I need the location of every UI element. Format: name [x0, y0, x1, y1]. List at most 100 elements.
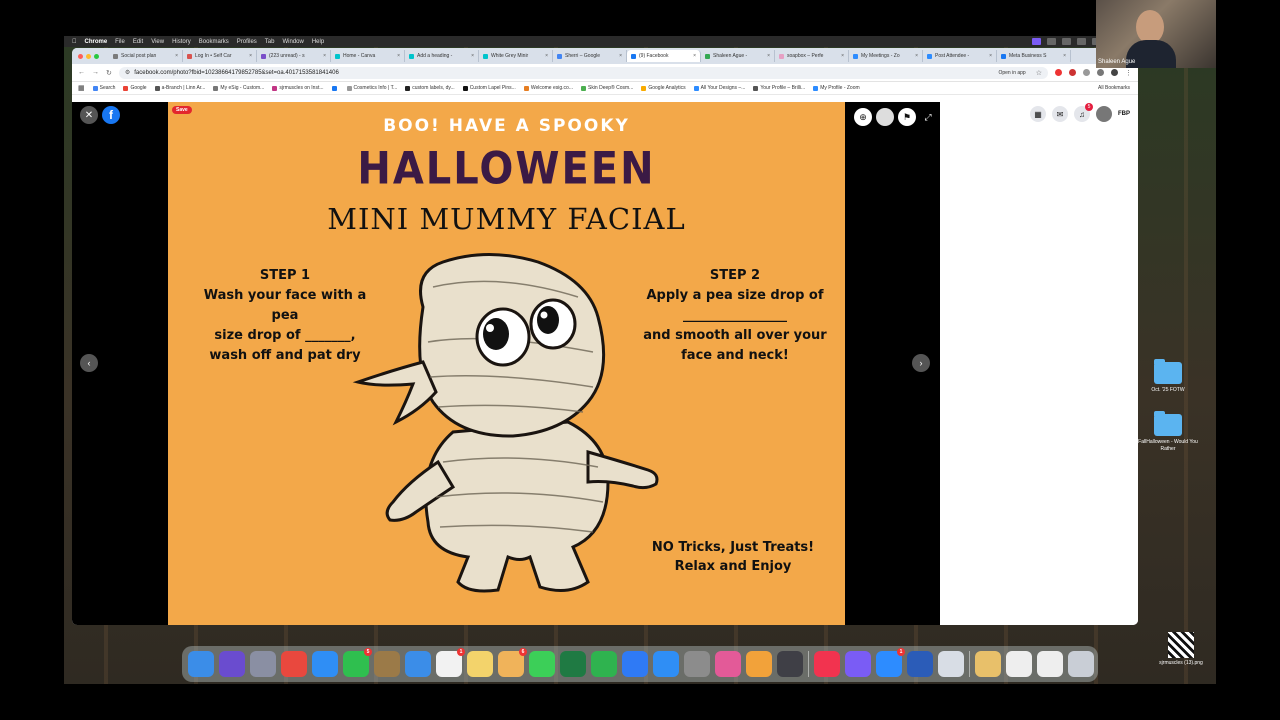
dock-app-notes-icon[interactable] [374, 651, 400, 677]
tab-close-icon[interactable]: × [1063, 53, 1066, 59]
dock-app-facetime-icon[interactable]: 5 [343, 648, 372, 677]
messenger-icon[interactable]: ✉ [1052, 106, 1068, 122]
browser-tab[interactable]: (223 unread) - s × [257, 50, 331, 62]
dock-app-numbers-icon[interactable] [591, 651, 617, 677]
menu-edit[interactable]: Edit [133, 39, 143, 45]
menu-tab[interactable]: Tab [265, 39, 275, 45]
tag-icon[interactable]: ⚑ [898, 108, 916, 126]
menu-help[interactable]: Help [312, 39, 324, 45]
zoom-out-icon[interactable] [876, 108, 894, 126]
extension-icon-3[interactable] [1083, 69, 1090, 76]
apps-grid-icon[interactable]: ▦ [78, 84, 85, 92]
browser-tab[interactable]: Shaleen Ague - × [701, 50, 775, 62]
extensions-puzzle-icon[interactable] [1097, 69, 1104, 76]
bookmark-item[interactable]: Cosmetics Info | T... [346, 85, 397, 91]
tab-close-icon[interactable]: × [249, 53, 252, 59]
dock-app-mail-icon[interactable] [405, 651, 431, 677]
dock-app-messenger-icon[interactable] [845, 651, 871, 677]
dock-app-excel-icon[interactable] [560, 651, 586, 677]
dock-app-reminders-icon[interactable]: 1 [436, 648, 465, 677]
tab-close-icon[interactable]: × [397, 53, 400, 59]
tab-close-icon[interactable]: × [841, 53, 844, 59]
browser-tab[interactable]: Post Attendee - × [923, 50, 997, 62]
trash-icon[interactable] [1068, 651, 1094, 677]
chrome-menu-icon[interactable]: ⋮ [1125, 69, 1132, 77]
menu-view[interactable]: View [151, 39, 164, 45]
menu-file[interactable]: File [115, 39, 125, 45]
bookmark-item[interactable]: My Profile - Zoom [813, 85, 860, 91]
dock-app-keynote-icon[interactable] [622, 651, 648, 677]
notifications-bell-icon[interactable]: ♫ 5 [1074, 103, 1093, 122]
fullscreen-icon[interactable]: ⤢ [919, 108, 937, 126]
dock-app-siri-icon[interactable] [219, 651, 245, 677]
bookmark-item[interactable]: a-Branch | Linn Ar... [154, 85, 205, 91]
dock-app-photos-icon[interactable]: 6 [498, 648, 527, 677]
browser-tab[interactable]: Social post plan × [109, 50, 183, 62]
bookmark-item[interactable]: My eSig - Custom... [213, 85, 264, 91]
close-window-button[interactable] [78, 53, 83, 59]
all-bookmarks-button[interactable]: All Bookmarks [1098, 85, 1138, 91]
url-field[interactable]: ⚙ facebook.com/photo?fbid=10238664179852… [118, 66, 1048, 79]
bookmark-item[interactable]: Google Analytics [641, 85, 686, 91]
desktop-folder-fallhalloween[interactable]: FallHalloween - Would You Rather [1138, 411, 1198, 453]
browser-tab[interactable]: Log In • Self Car × [183, 50, 257, 62]
dock-app-iphone-mirroring-icon[interactable] [777, 651, 803, 677]
facebook-logo-icon[interactable]: f [102, 106, 120, 124]
gmail-status-icon[interactable] [1047, 38, 1056, 45]
dock-app-word-icon[interactable] [907, 651, 933, 677]
site-info-icon[interactable]: ⚙ [125, 69, 130, 76]
zoom-status-icon[interactable] [1032, 38, 1041, 45]
next-photo-icon[interactable]: › [912, 354, 930, 372]
dock-app-messages-icon[interactable] [529, 651, 555, 677]
browser-tab[interactable]: Sherri – Google × [553, 50, 627, 62]
browser-tab[interactable]: Add a heading - × [405, 50, 479, 62]
dock-recent-file-icon[interactable] [1006, 651, 1032, 677]
back-icon[interactable]: ← [78, 69, 85, 76]
browser-tab[interactable]: (9) Facebook × [627, 50, 701, 62]
dock-app-finder-icon[interactable] [188, 651, 214, 677]
browser-tab[interactable]: Meta Business S × [997, 50, 1071, 62]
tab-close-icon[interactable]: × [471, 53, 474, 59]
bookmark-item[interactable]: sjrmuscles on Inst... [272, 85, 324, 91]
browser-tab[interactable]: White Grey Minir × [479, 50, 553, 62]
dock-app-chrome-icon[interactable] [281, 651, 307, 677]
dock-recent-file-icon[interactable] [1037, 651, 1063, 677]
bookmark-star-icon[interactable]: ☆ [1036, 69, 1048, 77]
bookmark-item[interactable]: Your Profile – Brilli... [753, 85, 805, 91]
close-viewer-icon[interactable]: ✕ [80, 106, 98, 124]
extension-icon-1[interactable] [1055, 69, 1062, 76]
dock-app-stickies-icon[interactable] [467, 651, 493, 677]
tab-close-icon[interactable]: × [989, 53, 992, 59]
bookmark-item[interactable]: custom labels, dy... [405, 85, 455, 91]
dock-app-settings-icon[interactable] [684, 651, 710, 677]
zoom-window-button[interactable] [94, 53, 99, 59]
dock-app-zoom-icon[interactable]: 1 [876, 648, 905, 677]
extension-icon-2[interactable] [1069, 69, 1076, 76]
open-in-app-button[interactable]: Open in app [998, 70, 1031, 76]
apple-icon[interactable]:  [72, 39, 77, 45]
browser-tab[interactable]: My Meetings - Zo × [849, 50, 923, 62]
browser-tab[interactable]: Home - Canva × [331, 50, 405, 62]
tab-close-icon[interactable]: × [545, 53, 548, 59]
tab-close-icon[interactable]: × [915, 53, 918, 59]
tab-close-icon[interactable]: × [619, 53, 622, 59]
reload-icon[interactable]: ↻ [106, 69, 112, 77]
bookmark-item[interactable]: Skin Deep® Cosm... [580, 85, 633, 91]
bookmark-item[interactable]: Search [92, 85, 115, 91]
previous-photo-icon[interactable]: ‹ [80, 354, 98, 372]
profile-avatar[interactable] [1096, 106, 1112, 122]
bookmark-item[interactable]: Custom Lapel Pins... [462, 85, 516, 91]
bookmark-item[interactable]: Welcome esig.co... [523, 85, 573, 91]
battery-icon[interactable] [1077, 38, 1086, 45]
bookmark-item[interactable]: All Your Designs –... [693, 85, 745, 91]
tab-close-icon[interactable]: × [693, 53, 696, 59]
menubar-app-name[interactable]: Chrome [85, 39, 108, 45]
desktop-file-sjrmuscles[interactable]: sjrmuscles (13).png [1158, 632, 1204, 667]
tab-close-icon[interactable]: × [767, 53, 770, 59]
bookmark-item[interactable]: Google [123, 85, 147, 91]
dock-app-safari-icon[interactable] [312, 651, 338, 677]
profile-label[interactable]: FBP [1118, 111, 1130, 117]
menu-bookmarks[interactable]: Bookmarks [199, 39, 229, 45]
dock-app-home-icon[interactable] [746, 651, 772, 677]
dock-app-screenshot-icon[interactable] [938, 651, 964, 677]
